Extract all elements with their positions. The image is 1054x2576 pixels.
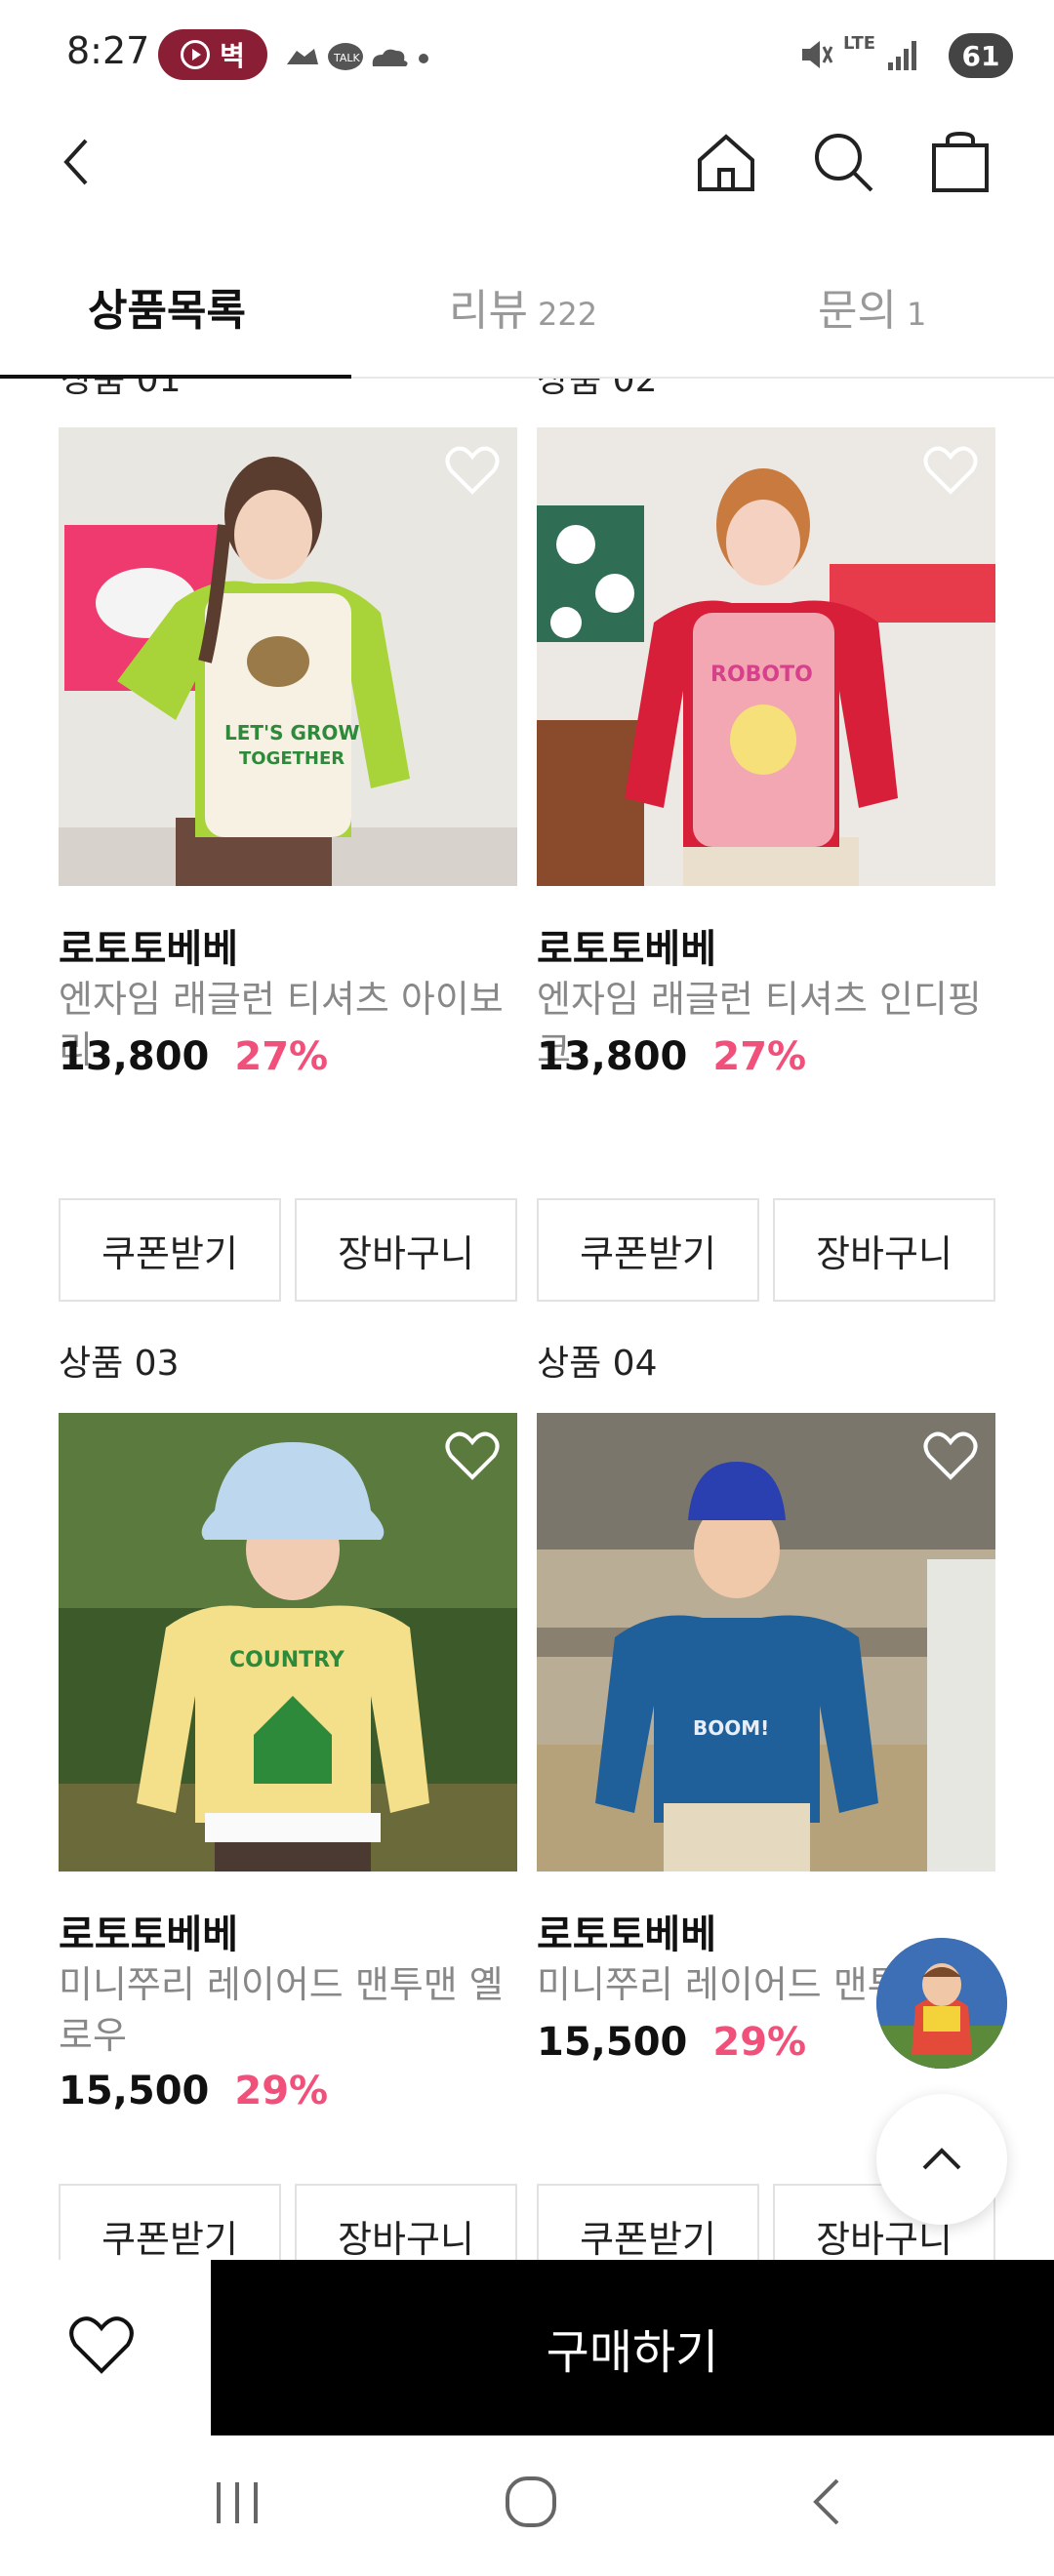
pill-label: 벽	[220, 40, 245, 72]
product-discount: 27%	[712, 1034, 807, 1079]
product-label: 상품 01	[61, 379, 182, 400]
heart-icon	[69, 2316, 134, 2374]
coupon-button[interactable]: 쿠폰받기	[59, 2184, 281, 2260]
svg-text:TALK: TALK	[333, 52, 361, 64]
back-icon	[63, 139, 88, 185]
buy-button[interactable]: 구매하기	[211, 2260, 1054, 2435]
coupon-button[interactable]: 쿠폰받기	[537, 2184, 759, 2260]
wishlist-heart-icon[interactable]	[445, 1430, 500, 1481]
svg-text:BOOM!: BOOM!	[693, 1716, 769, 1740]
svg-text:ROBOTO: ROBOTO	[710, 663, 813, 687]
shopping-bag-icon	[932, 131, 989, 192]
tab-count: 222	[537, 296, 598, 333]
mute-icon	[802, 41, 833, 68]
product-price: 13,800	[59, 1034, 210, 1079]
notification-icons: TALK	[287, 43, 428, 70]
coupon-button[interactable]: 쿠폰받기	[537, 1198, 759, 1302]
svg-text:COUNTRY: COUNTRY	[229, 1648, 345, 1672]
recent-apps-button[interactable]	[211, 2476, 264, 2533]
product-image[interactable]: COUNTRY	[59, 1413, 517, 1872]
coupon-button[interactable]: 쿠폰받기	[59, 1198, 281, 1302]
product-brand: 로토토베베	[537, 1912, 716, 1957]
product-discount: 29%	[712, 2020, 807, 2065]
tab-label: 상품목록	[88, 286, 246, 336]
chevron-up-icon	[922, 2148, 961, 2170]
wishlist-heart-icon[interactable]	[445, 445, 500, 496]
product-brand: 로토토베베	[537, 927, 716, 972]
product-image[interactable]: ROBOTO	[537, 427, 995, 886]
tab-product-list[interactable]: 상품목록	[88, 275, 246, 336]
svg-text:LET'S GROW: LET'S GROW	[224, 721, 359, 745]
home-icon	[698, 134, 754, 191]
product-discount: 29%	[234, 2069, 329, 2113]
product-label: 상품 03	[59, 1344, 180, 1384]
record-icon	[181, 40, 211, 69]
wishlist-heart-icon[interactable]	[923, 1430, 978, 1481]
tab-count: 1	[906, 296, 927, 333]
svg-text:TOGETHER: TOGETHER	[239, 748, 345, 769]
product-price-row: 15,500 29%	[537, 2020, 806, 2065]
tab-label: 리뷰	[449, 286, 528, 336]
home-circle-icon	[506, 2476, 556, 2527]
product-price-row: 13,800 27%	[59, 1034, 328, 1079]
status-time: 8:27	[66, 29, 150, 72]
product-brand: 로토토베베	[59, 1912, 238, 1957]
recent-apps-icon	[217, 2482, 258, 2523]
back-nav-icon	[813, 2478, 839, 2525]
product-price: 15,500	[537, 2020, 688, 2065]
search-icon	[815, 134, 873, 192]
system-nav-bar	[0, 2435, 1054, 2576]
recent-view-avatar[interactable]	[876, 1938, 1007, 2069]
tab-inquiries[interactable]: 문의 1	[818, 275, 927, 336]
tab-label: 문의	[818, 286, 897, 336]
cart-button[interactable]	[925, 127, 995, 197]
product-brand: 로토토베베	[59, 927, 238, 972]
add-to-cart-button[interactable]: 장바구니	[773, 1198, 995, 1302]
product-discount: 27%	[234, 1034, 329, 1079]
product-image[interactable]: BOOM!	[537, 1413, 995, 1872]
product-price-row: 13,800 27%	[537, 1034, 806, 1079]
recording-pill[interactable]: 벽	[158, 29, 267, 80]
wishlist-heart-icon[interactable]	[923, 445, 978, 496]
product-price: 15,500	[59, 2069, 210, 2113]
wishlist-button[interactable]	[68, 2314, 135, 2379]
product-label: 상품 04	[537, 1344, 658, 1384]
product-image[interactable]: LET'S GROW TOGETHER	[59, 427, 517, 886]
back-button[interactable]	[41, 127, 111, 197]
add-to-cart-button[interactable]: 장바구니	[295, 2184, 517, 2260]
battery-indicator: 61	[949, 33, 1013, 78]
back-nav-button[interactable]	[806, 2475, 845, 2533]
product-label: 상품 02	[537, 379, 658, 400]
search-button[interactable]	[808, 127, 878, 197]
home-button[interactable]	[691, 127, 761, 197]
add-to-cart-button[interactable]: 장바구니	[295, 1198, 517, 1302]
status-bar: 8:27 벽 TALK LTE 61	[0, 0, 1054, 109]
product-price-row: 15,500 29%	[59, 2069, 328, 2113]
scroll-to-top-button[interactable]	[876, 2094, 1007, 2225]
home-nav-button[interactable]	[504, 2475, 558, 2533]
product-name[interactable]: 미니쭈리 레이어드 맨투맨 옐로우	[59, 1959, 517, 2061]
signal-icon	[888, 41, 916, 70]
tab-reviews[interactable]: 리뷰 222	[449, 275, 598, 336]
avatar-image	[876, 1938, 1007, 2069]
network-type: LTE	[843, 33, 876, 54]
product-price: 13,800	[537, 1034, 688, 1079]
